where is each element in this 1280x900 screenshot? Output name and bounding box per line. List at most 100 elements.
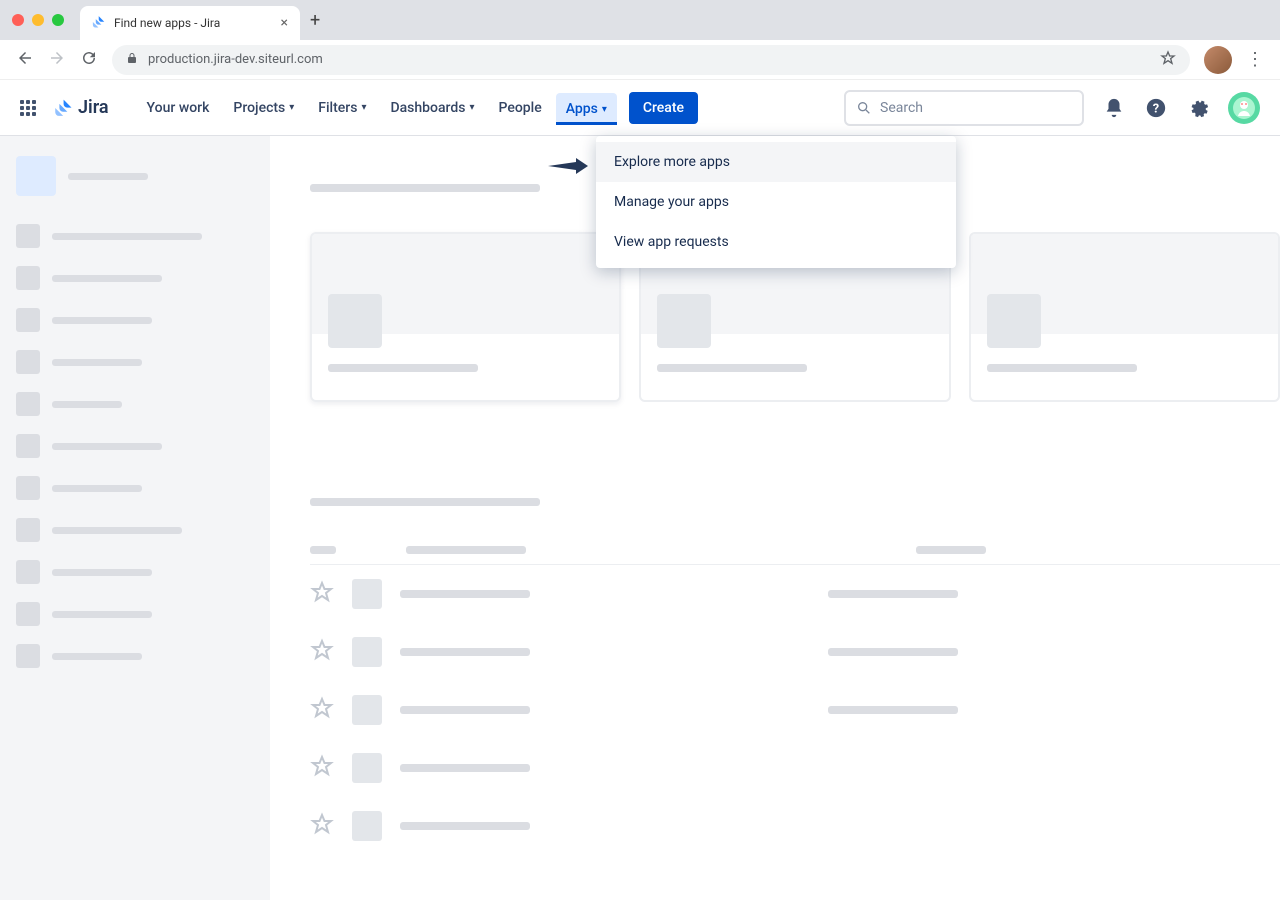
star-icon[interactable] [310, 638, 334, 666]
dropdown-item-label: View app requests [614, 234, 729, 250]
search-icon [856, 100, 872, 116]
sidebar-item[interactable] [16, 346, 254, 378]
sidebar-item[interactable] [16, 556, 254, 588]
skeleton-icon [352, 637, 382, 667]
sidebar-item[interactable] [16, 472, 254, 504]
list [310, 565, 1280, 855]
jira-product-name: Jira [78, 97, 109, 118]
nav-dashboards[interactable]: Dashboards▾ [380, 92, 484, 124]
create-button[interactable]: Create [629, 92, 698, 124]
search-input[interactable]: Search [844, 90, 1084, 126]
skeleton-icon [352, 579, 382, 609]
skeleton-line [52, 443, 162, 450]
skeleton-line [52, 569, 152, 576]
skeleton-line [68, 173, 148, 180]
skeleton-icon [16, 476, 40, 500]
skeleton-icon [16, 602, 40, 626]
skeleton-line [400, 648, 530, 656]
dropdown-app-requests[interactable]: View app requests [596, 222, 956, 262]
nav-filters[interactable]: Filters▾ [308, 92, 376, 124]
skeleton-line [52, 233, 202, 240]
bookmark-star-icon[interactable] [1160, 50, 1176, 70]
sidebar-item[interactable] [16, 262, 254, 294]
sidebar-item[interactable] [16, 220, 254, 252]
app-card[interactable] [969, 232, 1280, 402]
sidebar-item[interactable] [16, 304, 254, 336]
user-avatar[interactable] [1228, 92, 1260, 124]
skeleton-heading [310, 498, 540, 506]
maximize-window-button[interactable] [52, 14, 64, 26]
url-text: production.jira-dev.siteurl.com [148, 52, 1150, 67]
reload-button[interactable] [80, 49, 98, 71]
sidebar-item[interactable] [16, 430, 254, 462]
jira-logo[interactable]: Jira [54, 97, 109, 118]
nav-label: Projects [233, 100, 285, 116]
star-icon[interactable] [310, 580, 334, 608]
list-item[interactable] [310, 565, 1280, 623]
new-tab-button[interactable]: + [310, 10, 320, 31]
chrome-profile-avatar[interactable] [1204, 46, 1232, 74]
skeleton-icon [16, 308, 40, 332]
skeleton-line [828, 648, 958, 656]
sidebar-item[interactable] [16, 388, 254, 420]
minimize-window-button[interactable] [32, 14, 44, 26]
nav-apps[interactable]: Apps▾ [556, 93, 617, 125]
notifications-icon[interactable] [1102, 96, 1126, 120]
help-icon[interactable]: ? [1144, 96, 1168, 120]
card-header [971, 234, 1278, 334]
list-item[interactable] [310, 681, 1280, 739]
card-header [312, 234, 619, 334]
skeleton-line [310, 546, 336, 554]
skeleton-line [52, 485, 142, 492]
button-label: Create [643, 100, 684, 116]
skeleton-line [400, 706, 530, 714]
table-header [310, 546, 1280, 565]
app-switcher-icon[interactable] [20, 100, 36, 116]
tab-title: Find new apps - Jira [114, 16, 273, 30]
skeleton-line [52, 401, 122, 408]
skeleton-line [657, 364, 807, 372]
settings-gear-icon[interactable] [1186, 96, 1210, 120]
close-tab-icon[interactable]: × [281, 15, 288, 31]
app-card[interactable] [310, 232, 621, 402]
sidebar-item[interactable] [16, 598, 254, 630]
skeleton-line [400, 590, 530, 598]
nav-people[interactable]: People [488, 92, 551, 124]
forward-button[interactable] [48, 49, 66, 71]
sidebar-item[interactable] [16, 640, 254, 672]
skeleton-heading [310, 184, 540, 192]
jira-favicon-icon [92, 14, 106, 33]
skeleton-icon [352, 811, 382, 841]
skeleton-line [400, 764, 530, 772]
dropdown-manage-apps[interactable]: Manage your apps [596, 182, 956, 222]
chrome-menu-icon[interactable]: ⋮ [1246, 49, 1264, 70]
skeleton-line [52, 317, 152, 324]
star-icon[interactable] [310, 812, 334, 840]
nav-projects[interactable]: Projects▾ [223, 92, 304, 124]
star-icon[interactable] [310, 696, 334, 724]
star-icon[interactable] [310, 754, 334, 782]
skeleton-icon [328, 294, 382, 348]
nav-label: Dashboards [390, 100, 465, 116]
section [310, 498, 1280, 855]
skeleton-icon [16, 266, 40, 290]
nav-items: Your work Projects▾ Filters▾ Dashboards▾… [137, 92, 698, 124]
skeleton-icon [352, 753, 382, 783]
project-header[interactable] [16, 156, 254, 196]
nav-your-work[interactable]: Your work [137, 92, 220, 124]
dropdown-item-label: Explore more apps [614, 154, 730, 170]
back-button[interactable] [16, 49, 34, 71]
sidebar-item[interactable] [16, 514, 254, 546]
skeleton-icon [16, 350, 40, 374]
list-item[interactable] [310, 797, 1280, 855]
browser-tab[interactable]: Find new apps - Jira × [80, 6, 300, 40]
list-item[interactable] [310, 739, 1280, 797]
browser-tab-strip: Find new apps - Jira × + [0, 0, 1280, 40]
dropdown-explore-apps[interactable]: Explore more apps [596, 142, 956, 182]
close-window-button[interactable] [12, 14, 24, 26]
url-field[interactable]: production.jira-dev.siteurl.com [112, 45, 1190, 75]
skeleton-icon [16, 644, 40, 668]
dropdown-item-label: Manage your apps [614, 194, 729, 210]
list-item[interactable] [310, 623, 1280, 681]
skeleton-icon [16, 560, 40, 584]
